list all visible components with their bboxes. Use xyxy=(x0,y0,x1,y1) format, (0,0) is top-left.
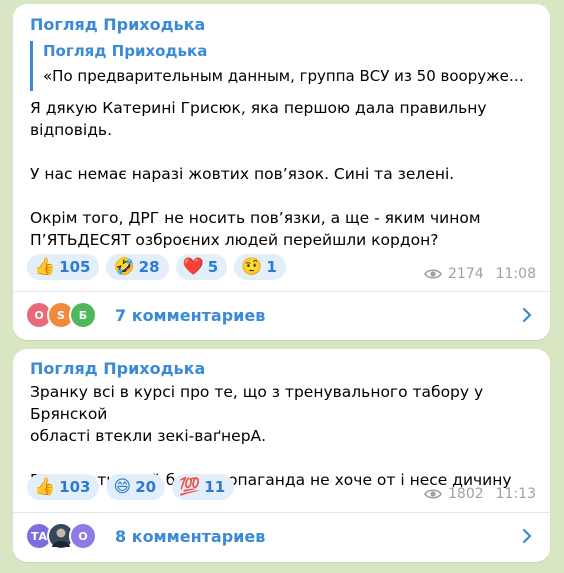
view-count: 1802 xyxy=(448,486,484,502)
view-count: 2174 xyxy=(448,266,484,282)
reaction-count: 1 xyxy=(266,258,277,276)
commenter-avatars: O S Б xyxy=(25,301,103,329)
message-meta: 1802 11:13 xyxy=(424,486,536,502)
sender-name[interactable]: Погляд Приходька xyxy=(30,15,205,34)
eye-icon xyxy=(424,269,442,279)
reactions-bar: 👍 103 😄 20 💯 11 xyxy=(27,474,235,500)
text-line: Окрім того, ДРГ не носить пов’язки, а ще… xyxy=(30,209,481,227)
text-line: У нас немає наразі жовтих пов’язок. Сині… xyxy=(30,165,455,183)
divider xyxy=(13,291,550,292)
divider xyxy=(13,512,550,513)
reaction-thumbs-up[interactable]: 👍 103 xyxy=(27,474,100,500)
message-time: 11:13 xyxy=(495,486,536,502)
message-text: Я дякую Катерині Грисюк, яка першою дала… xyxy=(30,97,487,251)
message-meta: 2174 11:08 xyxy=(424,266,536,282)
thumbs-up-icon: 👍 xyxy=(34,476,56,497)
red-heart-icon: ❤️ xyxy=(182,256,204,277)
chevron-right-icon xyxy=(522,528,532,544)
reaction-count: 28 xyxy=(138,258,160,276)
message-time: 11:08 xyxy=(495,266,536,282)
avatar: Б xyxy=(69,301,97,329)
reaction-count: 11 xyxy=(204,478,226,496)
reaction-count: 20 xyxy=(135,478,157,496)
quoted-sender: Погляд Приходька xyxy=(43,42,208,60)
eye-icon xyxy=(424,489,442,499)
sender-name[interactable]: Погляд Приходька xyxy=(30,359,205,378)
quoted-text: «По предварительным данным, группа ВСУ и… xyxy=(43,67,533,85)
text-line: відповідь. xyxy=(30,121,112,139)
reaction-hundred-points[interactable]: 💯 11 xyxy=(172,474,235,500)
reaction-raised-eyebrow[interactable]: 🤨 1 xyxy=(234,254,286,280)
chevron-right-icon xyxy=(522,307,532,323)
text-line: області втекли зекі-ваґнерА. xyxy=(30,427,267,445)
reaction-red-heart[interactable]: ❤️ 5 xyxy=(175,254,228,280)
thumbs-up-icon: 👍 xyxy=(34,256,56,277)
raised-eyebrow-icon: 🤨 xyxy=(241,256,263,277)
message-bubble[interactable]: Погляд Приходька Зранку всі в курсі про … xyxy=(13,349,550,562)
reaction-count: 5 xyxy=(207,258,219,276)
reaction-thumbs-up[interactable]: 👍 105 xyxy=(27,254,100,280)
reactions-bar: 👍 105 🤣 28 ❤️ 5 🤨 1 xyxy=(27,254,286,280)
rofl-icon: 🤣 xyxy=(113,256,135,277)
text-line: Я дякую Катерині Грисюк, яка першою дала… xyxy=(30,99,487,117)
message-bubble[interactable]: Погляд Приходька Погляд Приходька «По пр… xyxy=(13,4,550,340)
comments-count-label: 7 комментариев xyxy=(115,305,266,325)
reaction-count: 103 xyxy=(59,478,91,496)
reaction-count: 105 xyxy=(59,258,91,276)
text-line: П’ЯТЬДЕСЯТ озброєних людей перейшли корд… xyxy=(30,231,439,249)
comments-button[interactable]: ТА O 8 комментариев xyxy=(25,516,538,556)
quoted-message[interactable]: Погляд Приходька «По предварительным дан… xyxy=(30,41,538,91)
reaction-grinning[interactable]: 😄 20 xyxy=(106,474,166,500)
avatar: O xyxy=(69,522,97,550)
reaction-rofl[interactable]: 🤣 28 xyxy=(106,254,169,280)
hundred-points-icon: 💯 xyxy=(179,476,201,497)
comments-button[interactable]: O S Б 7 комментариев xyxy=(25,295,538,335)
grinning-icon: 😄 xyxy=(113,476,132,497)
text-line: Зранку всі в курсі про те, що з тренувал… xyxy=(30,383,484,423)
commenter-avatars: ТА O xyxy=(25,522,103,550)
comments-count-label: 8 комментариев xyxy=(115,526,266,546)
